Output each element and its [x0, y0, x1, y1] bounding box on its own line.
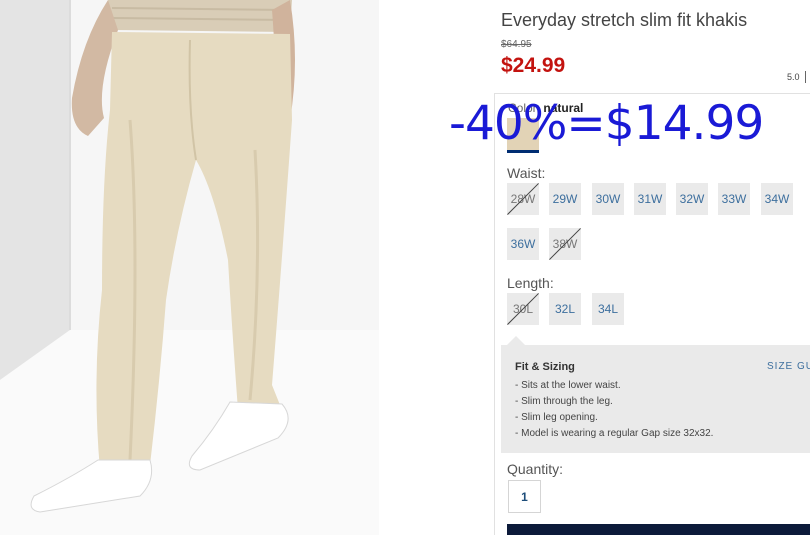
waist-option-34w[interactable]: 34W	[761, 183, 793, 215]
fit-sizing-title: Fit & Sizing	[515, 361, 575, 373]
waist-option-32w[interactable]: 32W	[676, 183, 708, 215]
quantity-label: Quantity:	[507, 461, 564, 477]
length-option-30l[interactable]: 30L	[507, 293, 539, 325]
sale-price: $24.99	[501, 54, 566, 77]
fit-detail-item: - Slim leg opening.	[515, 412, 598, 423]
product-title: Everyday stretch slim fit khakis	[501, 10, 748, 30]
original-price: $64.95	[501, 39, 532, 50]
discount-annotation: -40%=$14.99	[449, 96, 764, 151]
waist-option-36w[interactable]: 36W	[507, 228, 539, 260]
color-label: Color: natural	[508, 101, 583, 115]
length-option-34l[interactable]: 34L	[592, 293, 624, 325]
fit-details-list: - Sits at the lower waist. - Slim throug…	[515, 378, 713, 442]
panel-divider	[494, 93, 810, 94]
size-guide-link[interactable]: SIZE GU	[767, 361, 810, 372]
waist-option-29w[interactable]: 29W	[549, 183, 581, 215]
waist-option-28w[interactable]: 28W	[507, 183, 539, 215]
waist-option-31w[interactable]: 31W	[634, 183, 666, 215]
color-name: natural	[543, 101, 584, 115]
fit-box-caret	[507, 336, 525, 345]
color-swatch-natural[interactable]	[507, 118, 539, 153]
waist-option-30w[interactable]: 30W	[592, 183, 624, 215]
rating-value[interactable]: 5.0	[787, 72, 800, 82]
color-label-text: Color:	[508, 101, 541, 115]
length-label: Length:	[507, 275, 554, 291]
add-to-bag-button[interactable]	[507, 524, 810, 535]
fit-detail-item: - Sits at the lower waist.	[515, 380, 621, 391]
waist-option-33w[interactable]: 33W	[718, 183, 750, 215]
fit-detail-item: - Model is wearing a regular Gap size 32…	[515, 428, 714, 439]
product-image[interactable]	[0, 0, 379, 535]
rating-divider	[805, 71, 806, 83]
panel-divider-left	[494, 93, 495, 535]
waist-option-38w[interactable]: 38W	[549, 228, 581, 260]
quantity-input[interactable]: 1	[508, 480, 541, 513]
fit-detail-item: - Slim through the leg.	[515, 396, 613, 407]
fit-sizing-panel: Fit & Sizing SIZE GU - Sits at the lower…	[501, 345, 810, 453]
waist-label: Waist:	[507, 165, 546, 181]
length-option-32l[interactable]: 32L	[549, 293, 581, 325]
